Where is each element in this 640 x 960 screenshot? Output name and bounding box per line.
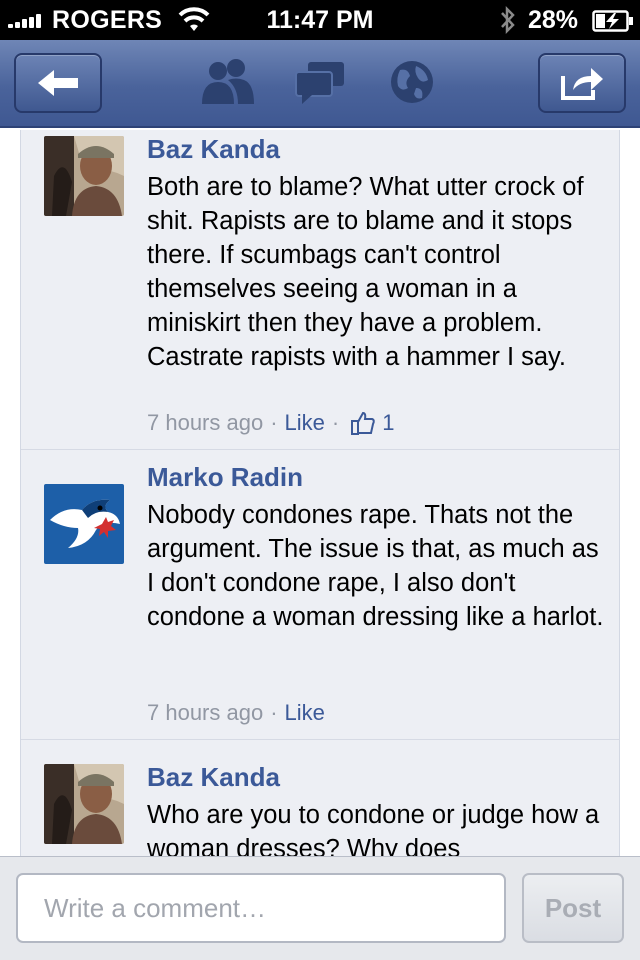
comment-author-link[interactable]: Baz Kanda <box>147 134 280 165</box>
battery-charging-icon <box>592 10 633 32</box>
battery-percentage: 28% <box>528 6 579 34</box>
avatar[interactable] <box>44 484 124 564</box>
post-button[interactable]: Post <box>522 873 624 943</box>
back-button[interactable] <box>14 53 102 113</box>
comment-author-link[interactable]: Marko Radin <box>147 462 303 493</box>
like-button[interactable]: Like <box>285 700 325 726</box>
messages-icon[interactable] <box>294 58 346 106</box>
comment-item: Baz Kanda Who are you to condone or judg… <box>21 740 619 858</box>
comment-text: Both are to blame? What utter crock of s… <box>147 173 584 371</box>
comments-list[interactable]: Baz Kanda Both are to blame? What utter … <box>20 130 620 858</box>
separator-dot: · <box>270 410 278 435</box>
comment-item: Marko Radin Nobody condones rape. Thats … <box>21 450 619 740</box>
bluetooth-icon <box>501 5 515 35</box>
comment-item: Baz Kanda Both are to blame? What utter … <box>21 130 619 450</box>
comment-text: Nobody condones rape. Thats not the argu… <box>147 501 604 631</box>
like-count[interactable]: 1 <box>382 410 394 436</box>
comment-timestamp: 7 hours ago <box>147 700 264 725</box>
separator-dot: · <box>270 700 278 725</box>
avatar[interactable] <box>44 136 124 216</box>
globe-icon[interactable] <box>388 58 436 106</box>
separator-dot: · <box>331 410 340 435</box>
share-button[interactable] <box>538 53 626 113</box>
thumbs-up-icon <box>351 411 376 435</box>
avatar[interactable] <box>44 764 124 844</box>
comment-timestamp: 7 hours ago <box>147 410 264 435</box>
comment-author-link[interactable]: Baz Kanda <box>147 762 280 793</box>
status-bar: ROGERS 11:47 PM 28% <box>0 0 640 40</box>
comment-text: Who are you to condone or judge how a wo… <box>147 801 600 858</box>
like-button[interactable]: Like <box>285 410 325 436</box>
share-icon <box>561 68 603 100</box>
friends-icon[interactable] <box>198 58 256 106</box>
comment-meta: 7 hours ago · Like · 1 <box>147 410 394 436</box>
navigation-bar <box>0 40 640 128</box>
back-arrow-icon <box>38 70 78 96</box>
comment-input[interactable] <box>16 873 506 943</box>
comment-composer: Post <box>0 856 640 960</box>
comment-meta: 7 hours ago · Like <box>147 700 325 726</box>
